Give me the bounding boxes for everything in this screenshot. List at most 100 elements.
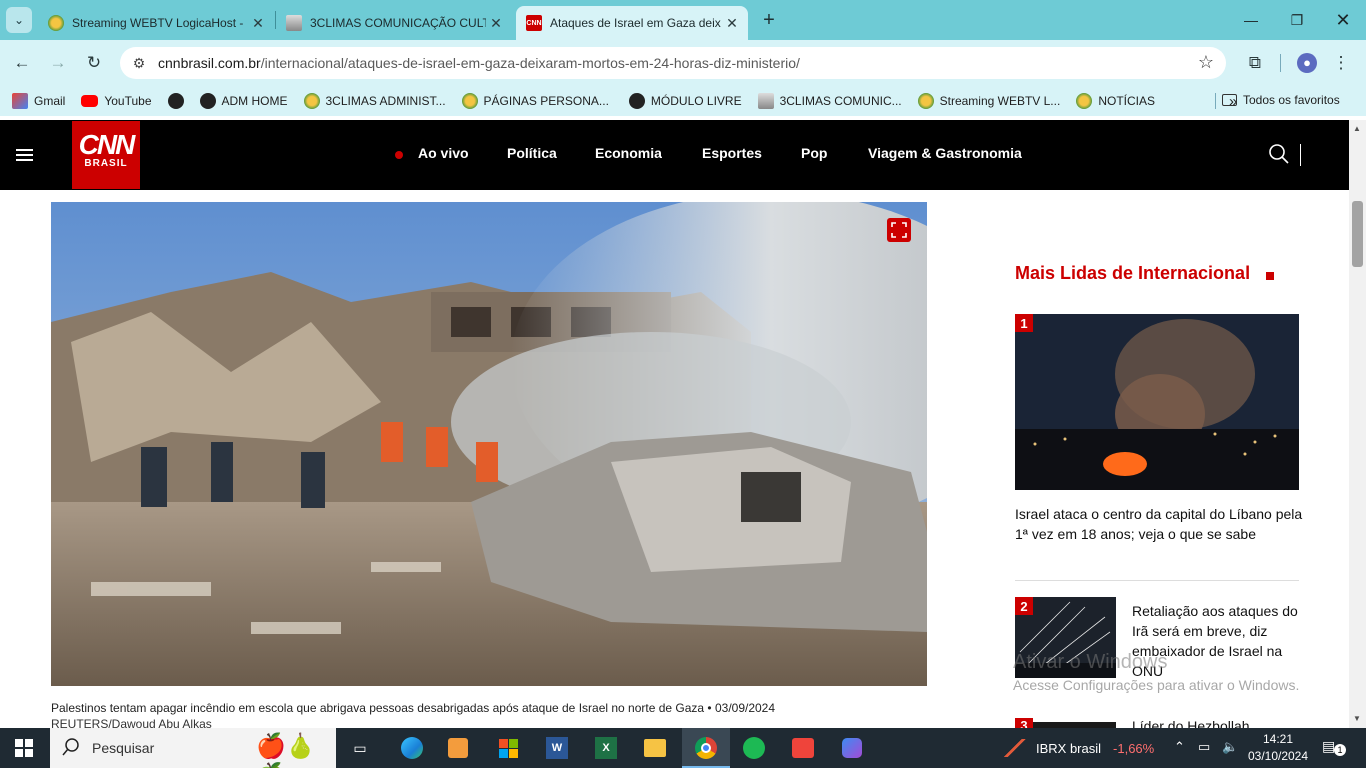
hamburger-menu-icon[interactable] bbox=[16, 149, 33, 161]
bookmark-modulo-livre[interactable]: MÓDULO LIVRE bbox=[628, 93, 742, 109]
nav-viagem-gastronomia[interactable]: Viagem & Gastronomia bbox=[868, 145, 1022, 161]
bookmark-noticias[interactable]: NOTÍCIAS bbox=[1076, 93, 1155, 109]
reload-icon: ↻ bbox=[86, 53, 102, 72]
tab-cnn-active[interactable]: CNN Ataques de Israel em Gaza deix ✕ bbox=[516, 6, 748, 40]
folder-icon bbox=[1222, 94, 1237, 106]
film-icon bbox=[286, 15, 302, 31]
tab-search-button[interactable]: ⌄ bbox=[6, 7, 32, 33]
word-icon[interactable]: W bbox=[543, 734, 571, 762]
fullscreen-button[interactable] bbox=[887, 218, 911, 242]
new-tab-button[interactable]: + bbox=[756, 7, 782, 33]
avatar-icon: ● bbox=[1297, 53, 1317, 73]
globe-icon bbox=[199, 93, 216, 109]
taskbar-search[interactable]: Pesquisar 🍎🍐🍏 bbox=[50, 728, 336, 768]
url-path: /internacional/ataques-de-israel-em-gaza… bbox=[260, 55, 800, 71]
activation-watermark-title: Ativar o Windows bbox=[1013, 651, 1168, 673]
puzzle-icon: ⧉ bbox=[1248, 53, 1262, 72]
search-divider bbox=[1300, 144, 1301, 166]
bookmark-youtube[interactable]: YouTube bbox=[81, 94, 152, 108]
image-caption: Palestinos tentam apagar incêndio em esc… bbox=[51, 701, 776, 715]
stock-ticker-widget[interactable]: IBRX brasil -1,66% bbox=[1004, 728, 1154, 768]
globe-icon bbox=[48, 15, 64, 31]
excel-icon[interactable]: X bbox=[592, 734, 620, 762]
close-icon: ✕ bbox=[1335, 9, 1351, 30]
minimize-button[interactable]: — bbox=[1228, 0, 1274, 40]
url-domain: cnnbrasil.com.br bbox=[158, 55, 261, 71]
cnn-brasil-logo[interactable]: CNN BRASIL bbox=[72, 121, 140, 189]
tab-streaming[interactable]: Streaming WEBTV LogicaHost - ✕ bbox=[38, 6, 274, 40]
expand-icon bbox=[891, 222, 907, 238]
menu-button[interactable]: ⋮ bbox=[1328, 50, 1354, 76]
windows-logo-icon bbox=[15, 739, 33, 757]
chevron-down-icon: ⌄ bbox=[13, 13, 25, 27]
network-icon[interactable]: ▭ bbox=[1198, 739, 1210, 755]
bookmark-gmail[interactable]: Gmail bbox=[12, 93, 65, 109]
close-tab-icon[interactable]: ✕ bbox=[722, 15, 742, 32]
fruit-search-highlight-icon: 🍎🍐🍏 bbox=[256, 733, 316, 768]
image-credit: REUTERS/Dawoud Abu Alkas bbox=[51, 717, 212, 728]
nav-esportes[interactable]: Esportes bbox=[702, 145, 762, 161]
bookmark-paginas[interactable]: PÁGINAS PERSONA... bbox=[461, 93, 609, 109]
nav-pop[interactable]: Pop bbox=[801, 145, 827, 161]
extensions-button[interactable]: ⧉ bbox=[1242, 50, 1268, 76]
edge-icon[interactable] bbox=[398, 734, 426, 762]
close-tab-icon[interactable]: ✕ bbox=[486, 15, 506, 32]
system-clock[interactable]: 14:21 03/10/2024 bbox=[1246, 731, 1310, 765]
web-page: CNN BRASIL Ao vivo Política Economia Esp… bbox=[0, 120, 1349, 728]
nav-ao-vivo[interactable]: Ao vivo bbox=[418, 145, 469, 161]
profile-button[interactable]: ● bbox=[1294, 50, 1320, 76]
chevron-up-icon[interactable]: ⌃ bbox=[1174, 739, 1185, 755]
all-favorites-folder[interactable]: Todos os favoritos bbox=[1222, 93, 1340, 107]
copilot-icon[interactable] bbox=[838, 734, 866, 762]
notifications-button[interactable]: ▤ 1 bbox=[1322, 738, 1346, 758]
scroll-down-icon[interactable]: ▼ bbox=[1353, 714, 1361, 723]
globe-icon bbox=[303, 93, 320, 109]
windows-taskbar: Pesquisar 🍎🍐🍏 ▭ W X IBRX brasil -1,66% ⌃… bbox=[0, 728, 1366, 768]
spotify-icon[interactable] bbox=[740, 734, 768, 762]
forward-button[interactable]: → bbox=[45, 50, 71, 76]
most-read-title: Mais Lidas de Internacional bbox=[1015, 263, 1251, 283]
start-button[interactable] bbox=[0, 728, 48, 768]
volume-icon[interactable]: 🔈 bbox=[1222, 739, 1238, 755]
close-tab-icon[interactable]: ✕ bbox=[248, 15, 268, 32]
search-icon[interactable] bbox=[1268, 143, 1292, 167]
reload-button[interactable]: ↻ bbox=[81, 50, 107, 76]
toolbar-separator bbox=[1280, 54, 1281, 72]
bookmarks-bar: Gmail YouTube ADM HOME 3CLIMAS ADMINIST.… bbox=[0, 86, 1366, 116]
bookmark-adm-home[interactable]: ADM HOME bbox=[199, 93, 288, 109]
chart-down-icon bbox=[1004, 739, 1026, 757]
scroll-up-icon[interactable]: ▲ bbox=[1353, 124, 1361, 133]
divider bbox=[1015, 580, 1299, 581]
bookmark-3climas-admin[interactable]: 3CLIMAS ADMINIST... bbox=[303, 93, 446, 109]
nav-economia[interactable]: Economia bbox=[595, 145, 662, 161]
scrollbar-thumb[interactable] bbox=[1352, 201, 1363, 267]
file-explorer-icon[interactable] bbox=[641, 734, 669, 762]
nav-politica[interactable]: Política bbox=[507, 145, 557, 161]
bookmark-star-icon[interactable]: ☆ bbox=[1198, 52, 1214, 73]
article-hero-image[interactable] bbox=[51, 202, 927, 686]
close-window-button[interactable]: ✕ bbox=[1320, 0, 1366, 40]
bookmark-3climas-comunic[interactable]: 3CLIMAS COMUNIC... bbox=[757, 93, 902, 109]
site-info-icon[interactable]: ⚙ bbox=[120, 55, 158, 72]
most-read-1-title[interactable]: Israel ataca o centro da capital do Líba… bbox=[1015, 504, 1305, 544]
bookmark-streaming[interactable]: Streaming WEBTV L... bbox=[917, 93, 1060, 109]
arrow-left-icon: ← bbox=[13, 53, 31, 72]
globe-icon bbox=[167, 93, 184, 109]
task-view-icon[interactable]: ▭ bbox=[346, 734, 374, 762]
restore-button[interactable]: ❐ bbox=[1274, 0, 1320, 40]
store-icon[interactable] bbox=[494, 734, 522, 762]
bookmark-globe[interactable] bbox=[167, 93, 190, 109]
tab-3climas[interactable]: 3CLIMAS COMUNICAÇÃO CULT ✕ bbox=[276, 6, 512, 40]
back-button[interactable]: ← bbox=[9, 50, 35, 76]
media-player-icon[interactable] bbox=[444, 734, 472, 762]
address-bar[interactable]: ⚙ cnnbrasil.com.br/internacional/ataques… bbox=[120, 47, 1226, 79]
rank-badge: 1 bbox=[1015, 314, 1033, 332]
live-dot-icon bbox=[395, 151, 403, 159]
film-icon bbox=[757, 93, 774, 109]
anydesk-icon[interactable] bbox=[789, 734, 817, 762]
most-read-1-image[interactable]: 1 bbox=[1015, 314, 1299, 490]
most-read-3-title[interactable]: Líder do Hezbollah bbox=[1132, 718, 1250, 728]
more-vertical-icon: ⋮ bbox=[1332, 53, 1350, 72]
search-icon bbox=[62, 737, 80, 759]
chrome-taskbar-button[interactable] bbox=[682, 728, 730, 768]
